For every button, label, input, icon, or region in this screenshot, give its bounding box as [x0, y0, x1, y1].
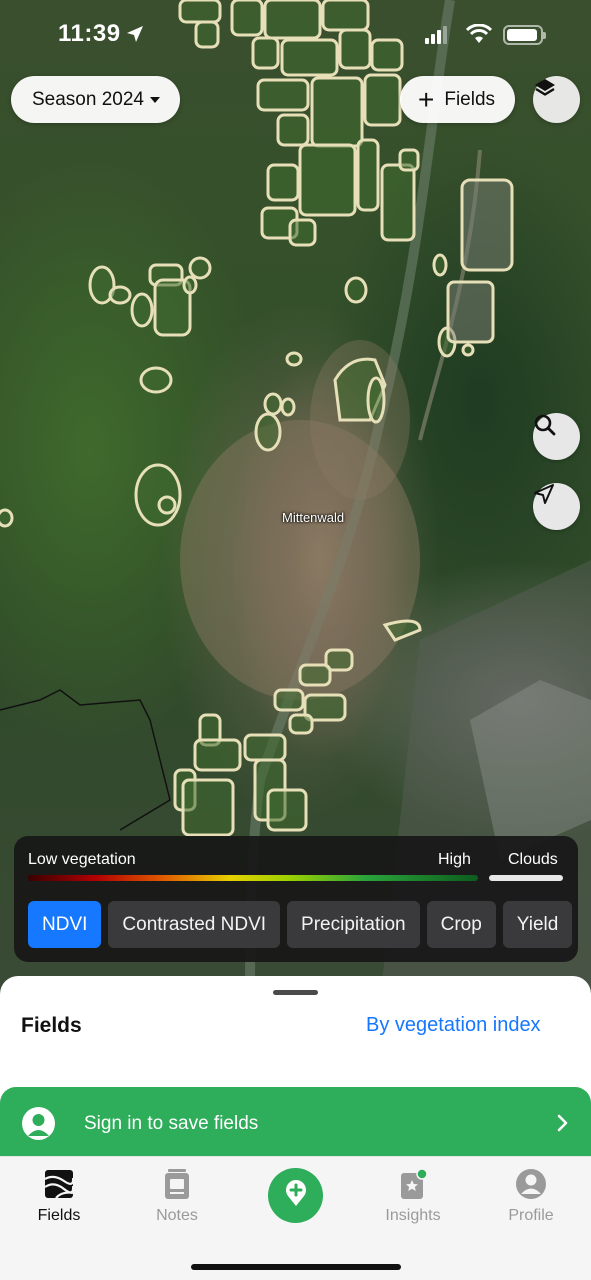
chip-crop[interactable]: Crop: [426, 901, 496, 948]
profile-icon: [476, 1167, 586, 1201]
index-chip-list: NDVI Contrasted NDVI Precipitation Crop Yiel…: [28, 901, 578, 949]
legend-clouds-label: Clouds: [508, 851, 558, 868]
tab-notes-label: Notes: [156, 1207, 198, 1224]
add-note-button[interactable]: [268, 1168, 323, 1223]
battery-icon: [503, 25, 546, 45]
season-label: Season 2024: [32, 88, 144, 110]
tab-profile-label: Profile: [508, 1207, 554, 1224]
map-search-button[interactable]: [533, 413, 580, 460]
map-layers-button[interactable]: [533, 76, 580, 123]
my-location-button[interactable]: [533, 483, 580, 530]
bottom-tab-bar: Fields Notes Insights Profile: [0, 1156, 591, 1280]
clouds-bar: [489, 875, 563, 881]
sheet-title: Fields: [21, 1014, 82, 1037]
tab-profile[interactable]: Profile: [476, 1167, 586, 1225]
add-pin-icon: [283, 1179, 309, 1212]
chip-yield[interactable]: Yield: [502, 901, 573, 948]
tab-fields-label: Fields: [37, 1207, 81, 1224]
satellite-map[interactable]: Mittenwald 11:39 Season 2024 + Fields Lo…: [0, 0, 591, 1000]
home-indicator: [191, 1264, 401, 1270]
sign-in-banner[interactable]: Sign in to save fields: [0, 1087, 591, 1163]
tab-insights-label: Insights: [385, 1207, 441, 1224]
insights-icon: [358, 1167, 468, 1201]
sign-in-label: Sign in to save fields: [84, 1113, 259, 1134]
fields-icon: [4, 1167, 114, 1201]
legend-low-label: Low vegetation: [28, 851, 136, 868]
status-bar: 11:39: [0, 0, 591, 70]
town-label: Mittenwald: [282, 510, 345, 525]
chip-precipitation[interactable]: Precipitation: [287, 901, 420, 948]
plus-icon: +: [418, 83, 435, 115]
notes-icon: [122, 1167, 232, 1201]
user-avatar-icon: [22, 1107, 55, 1140]
chevron-down-icon: [150, 96, 160, 103]
add-fields-button[interactable]: + Fields: [400, 76, 516, 123]
add-fields-label: Fields: [444, 88, 496, 110]
status-time: 11:39: [58, 20, 121, 47]
sheet-drag-handle[interactable]: [273, 990, 318, 995]
vegetation-gradient-bar: [28, 875, 478, 881]
legend-high-label: High: [438, 851, 471, 868]
season-selector-button[interactable]: Season 2024: [11, 76, 180, 123]
vegetation-legend-panel: Low vegetation High Clouds NDVI Contraste…: [14, 836, 578, 962]
chevron-right-icon: [556, 1113, 570, 1138]
chip-contrasted-ndvi[interactable]: Contrasted NDVI: [108, 901, 281, 948]
chip-ndvi[interactable]: NDVI: [28, 901, 102, 948]
tab-fields[interactable]: Fields: [4, 1167, 114, 1225]
tab-insights[interactable]: Insights: [358, 1167, 468, 1225]
sort-by-vegetation-link[interactable]: By vegetation index: [366, 1014, 541, 1037]
tab-notes[interactable]: Notes: [122, 1167, 232, 1225]
